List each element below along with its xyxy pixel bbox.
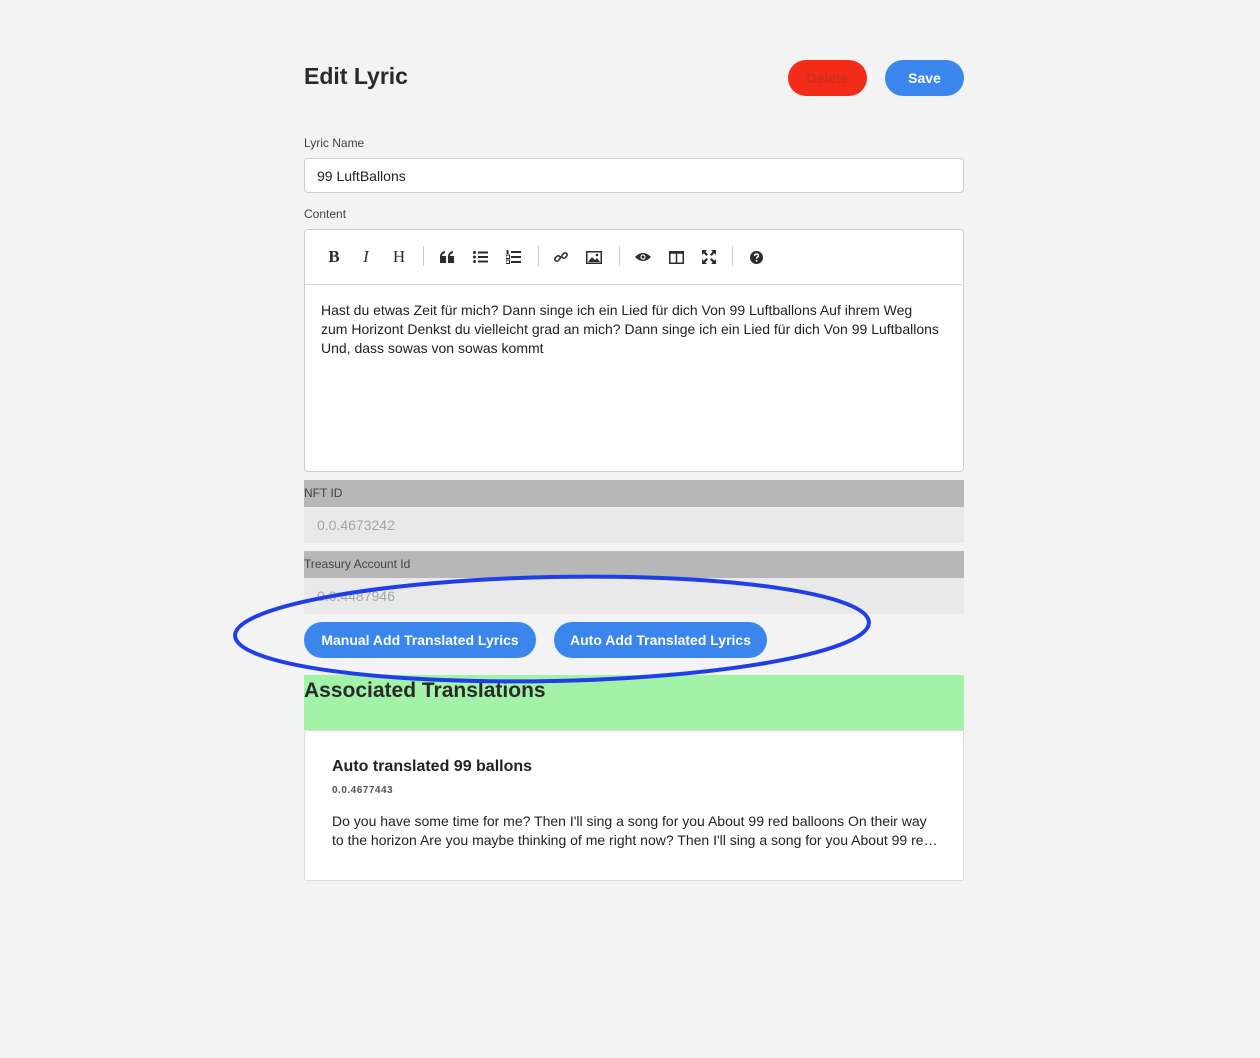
bold-icon[interactable]: B — [321, 244, 347, 270]
toolbar-divider — [732, 246, 733, 266]
manual-add-translated-lyrics-button[interactable]: Manual Add Translated Lyrics — [304, 622, 536, 658]
side-by-side-icon[interactable] — [663, 244, 689, 270]
nft-id-input — [304, 507, 964, 543]
translation-title: Auto translated 99 ballons — [332, 758, 533, 775]
page-header: Edit Lyric Delete Save — [304, 56, 964, 100]
heading-icon[interactable]: H — [386, 244, 412, 270]
image-icon[interactable] — [581, 244, 607, 270]
translation-card[interactable]: Auto translated 99 ballons 0.0.4677443 D… — [304, 730, 964, 881]
treasury-account-section: Treasury Account Id — [304, 551, 964, 614]
lyric-name-input[interactable] — [304, 158, 964, 193]
preview-icon[interactable] — [630, 244, 656, 270]
unordered-list-icon[interactable] — [467, 244, 493, 270]
toolbar-divider — [538, 246, 539, 266]
fullscreen-icon[interactable] — [696, 244, 722, 270]
delete-button[interactable]: Delete — [788, 60, 867, 96]
nft-id-label: NFT ID — [304, 486, 343, 500]
help-icon[interactable] — [743, 244, 769, 270]
treasury-account-input — [304, 578, 964, 614]
auto-add-translated-lyrics-button[interactable]: Auto Add Translated Lyrics — [554, 622, 767, 658]
translations-header: Associated Translations — [304, 675, 964, 730]
toolbar-divider — [423, 246, 424, 266]
translations-heading: Associated Translations — [304, 679, 546, 702]
treasury-account-label: Treasury Account Id — [304, 557, 411, 571]
italic-icon[interactable]: I — [353, 244, 379, 270]
editor-content[interactable]: Hast du etwas Zeit für mich? Dann singe … — [321, 301, 941, 358]
save-button[interactable]: Save — [885, 60, 964, 96]
quote-icon[interactable] — [434, 244, 460, 270]
nft-id-section: NFT ID — [304, 480, 964, 543]
markdown-editor: B I H Hast du etwas Zeit für mich? Dann … — [304, 229, 964, 472]
page-title: Edit Lyric — [304, 63, 408, 89]
toolbar-divider — [619, 246, 620, 266]
content-label: Content — [304, 207, 347, 221]
translation-text: Do you have some time for me? Then I'll … — [332, 813, 932, 848]
lyric-name-label: Lyric Name — [304, 136, 365, 150]
link-icon[interactable] — [548, 244, 574, 270]
translation-id: 0.0.4677443 — [332, 785, 394, 796]
ordered-list-icon[interactable] — [500, 244, 526, 270]
editor-toolbar: B I H — [305, 230, 963, 285]
